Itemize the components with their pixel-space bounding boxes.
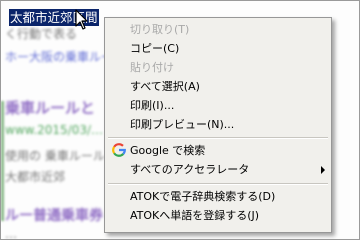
- menu-separator: [108, 183, 328, 185]
- menu-item-label: ATOKへ単語を登録する(J): [130, 209, 260, 222]
- mouse-cursor-icon: [75, 9, 88, 30]
- menu-item-copy[interactable]: コピー(C): [106, 39, 330, 58]
- menu-item-label: コピー(C): [130, 42, 180, 55]
- menu-item-all-accelerators[interactable]: すべてのアクセラレータ: [106, 160, 330, 179]
- menu-item-cut[interactable]: 切り取り(T): [106, 20, 330, 39]
- background-text: 使用の 乗車ルールと: [5, 149, 117, 163]
- background-bar: [1, 101, 4, 221]
- menu-item-atok-dictionary[interactable]: ATOKで電子辞典検索する(D): [106, 187, 330, 206]
- background-text: 大都市近郊: [5, 170, 66, 184]
- background-url: www.2015/03/…: [5, 123, 104, 137]
- menu-item-print[interactable]: 印刷(I)...: [106, 96, 330, 115]
- menu-item-label: 印刷(I)...: [130, 99, 175, 112]
- menu-item-label: 貼り付け: [130, 61, 174, 74]
- menu-item-label: 切り取り(T): [130, 23, 190, 36]
- google-icon: [112, 143, 126, 157]
- menu-item-select-all[interactable]: すべて選択(A): [106, 77, 330, 96]
- menu-item-label: すべて選択(A): [130, 80, 200, 93]
- menu-item-google-search[interactable]: Google で検索: [106, 141, 330, 160]
- menu-item-print-preview[interactable]: 印刷プレビュー(N)...: [106, 115, 330, 134]
- background-heading[interactable]: 乗車ルールと: [5, 97, 95, 118]
- menu-separator: [108, 137, 328, 139]
- menu-item-paste[interactable]: 貼り付け: [106, 58, 330, 77]
- menu-item-label: 印刷プレビュー(N)...: [130, 118, 235, 131]
- background-text: …: [5, 227, 17, 240]
- submenu-arrow-icon: [321, 166, 325, 174]
- background-text: く行動で表る: [5, 27, 78, 41]
- menu-item-label: ATOKで電子辞典検索する(D): [130, 190, 276, 203]
- menu-item-label: Google で検索: [130, 144, 206, 157]
- context-menu: 切り取り(T) コピー(C) 貼り付け すべて選択(A) 印刷(I)... 印刷…: [104, 17, 332, 233]
- menu-item-label: すべてのアクセラレータ: [130, 163, 250, 176]
- menu-item-atok-register[interactable]: ATOKへ単語を登録する(J): [106, 206, 330, 225]
- screenshot-frame: く行動で表る ホー大阪の乗車ルールと… 乗車ルールと www.2015/03/……: [0, 0, 360, 240]
- background-heading[interactable]: ルー普通乗車券: [5, 205, 103, 225]
